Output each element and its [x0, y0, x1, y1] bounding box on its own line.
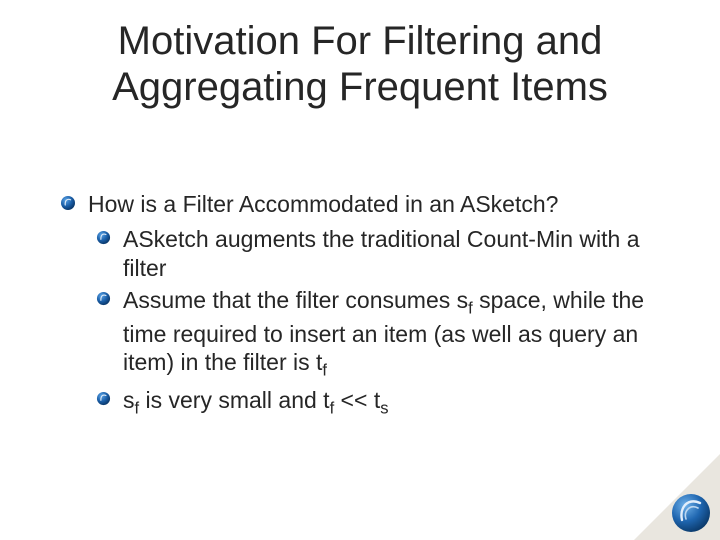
corner-decoration: [634, 454, 720, 540]
swirl-icon: [670, 492, 712, 534]
list-item: ASketch augments the traditional Count-M…: [96, 225, 650, 283]
bullet-icon: [60, 195, 76, 216]
list-item: sf is very small and tf << ts: [96, 386, 650, 419]
bullet-text: Assume that the filter consumes sf space…: [123, 286, 650, 381]
bullet-icon: [96, 230, 111, 250]
bullet-icon: [96, 391, 111, 411]
bullet-text: sf is very small and tf << ts: [123, 386, 389, 419]
slide-title: Motivation For Filtering and Aggregating…: [40, 18, 680, 110]
list-item: How is a Filter Accommodated in an ASket…: [60, 190, 650, 219]
slide-body: How is a Filter Accommodated in an ASket…: [40, 190, 680, 419]
list-item: Assume that the filter consumes sf space…: [96, 286, 650, 381]
bullet-text: How is a Filter Accommodated in an ASket…: [88, 190, 558, 219]
bullet-text: ASketch augments the traditional Count-M…: [123, 225, 650, 283]
slide: Motivation For Filtering and Aggregating…: [0, 0, 720, 540]
bullet-icon: [96, 291, 111, 311]
